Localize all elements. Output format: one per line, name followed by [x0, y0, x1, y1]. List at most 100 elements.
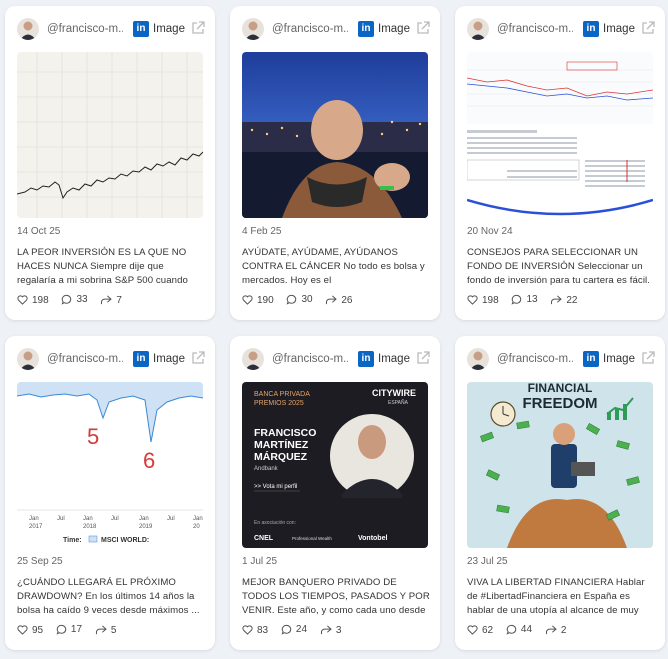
post-header: @francisco-m... in Image [17, 348, 205, 370]
post-type-label: Image [378, 23, 410, 35]
author-handle[interactable]: @francisco-m... [47, 353, 123, 365]
x-tick-label: Jan [139, 516, 149, 522]
author-handle[interactable]: @francisco-m... [47, 23, 123, 35]
share-icon [95, 625, 107, 635]
awardee-name-2: MARTÍNEZ [254, 438, 309, 451]
likes-stat: 62 [467, 625, 493, 636]
shares-stat: 2 [545, 624, 567, 636]
avatar[interactable] [467, 348, 489, 370]
post-stats: 198 33 7 [17, 294, 132, 308]
post-text[interactable]: LA PEOR INVERSIÓN ES LA QUE NO HACES NUN… [17, 246, 205, 288]
shares-stat: 26 [325, 294, 353, 306]
awardee-name-3: MÁRQUEZ [254, 450, 308, 463]
author-handle[interactable]: @francisco-m... [272, 23, 348, 35]
post-image[interactable] [17, 52, 203, 218]
heart-icon [17, 625, 28, 635]
post-type-label: Image [153, 23, 185, 35]
x-tick-label: 20 [193, 524, 200, 530]
external-link-icon[interactable] [416, 351, 430, 365]
post-stats: 83 24 3 [242, 624, 351, 638]
post-image[interactable]: FINANCIAL FREEDOM [467, 382, 653, 548]
shares-count: 3 [335, 624, 342, 636]
post-header: @francisco-m... in Image [467, 348, 655, 370]
post-date: 25 Sep 25 [17, 556, 63, 567]
post-card[interactable]: @francisco-m... in Image 4 Feb 25 AYÚDAT… [230, 6, 440, 320]
shares-count: 26 [341, 294, 353, 306]
post-text[interactable]: MEJOR BANQUERO PRIVADO DE TODOS LOS TIEM… [242, 576, 430, 618]
comments-stat: 30 [286, 294, 313, 305]
linkedin-icon: in [133, 351, 149, 367]
comments-stat: 13 [511, 294, 538, 305]
external-link-icon[interactable] [191, 21, 205, 35]
external-link-icon[interactable] [641, 21, 655, 35]
linkedin-icon: in [358, 351, 374, 367]
comment-icon [506, 624, 517, 635]
post-stats: 190 30 26 [242, 294, 363, 308]
share-icon [326, 295, 338, 305]
award-subtitle: PREMIOS 2025 [254, 400, 304, 407]
author-handle[interactable]: @francisco-m... [497, 23, 573, 35]
post-stats: 198 13 22 [467, 294, 588, 308]
linkedin-icon: in [358, 21, 374, 37]
x-tick-label: 2017 [29, 524, 43, 530]
external-link-icon[interactable] [416, 21, 430, 35]
post-image[interactable]: 5 6 Jan 2017 Jul Jan 2018 Jul Jan 2019 Jul … [17, 382, 203, 548]
post-type-label: Image [378, 353, 410, 365]
post-text[interactable]: CONSEJOS PARA SELECCIONAR UN FONDO DE IN… [467, 246, 655, 288]
post-date: 1 Jul 25 [242, 556, 278, 567]
annotation-5: 5 [87, 424, 99, 449]
vote-link[interactable]: >> Vota mi perfil [254, 484, 297, 490]
legend-series: MSCI WORLD: [101, 537, 149, 544]
avatar[interactable] [467, 18, 489, 40]
post-type-label: Image [603, 23, 635, 35]
linkedin-icon: in [583, 351, 599, 367]
post-date: 20 Nov 24 [467, 226, 513, 237]
comment-icon [56, 624, 67, 635]
author-handle[interactable]: @francisco-m... [272, 353, 348, 365]
brand-name: CITYWIRE [372, 388, 416, 398]
avatar[interactable] [17, 348, 39, 370]
post-card[interactable]: @francisco-m... in Image 5 6 Jan 2017 Jul… [5, 336, 215, 650]
shares-count: 2 [560, 624, 567, 636]
post-stats: 95 17 5 [17, 624, 126, 638]
comments-count: 17 [70, 624, 83, 635]
comments-count: 24 [295, 624, 308, 635]
shares-stat: 3 [320, 624, 342, 636]
shares-count: 22 [566, 294, 578, 306]
post-header: @francisco-m... in Image [17, 18, 205, 40]
likes-count: 62 [482, 624, 494, 636]
author-handle[interactable]: @francisco-m... [497, 353, 573, 365]
comments-count: 33 [76, 294, 88, 305]
avatar[interactable] [242, 348, 264, 370]
post-date: 4 Feb 25 [242, 226, 282, 237]
post-image[interactable] [467, 52, 653, 218]
headline-line-1: FINANCIAL [528, 382, 593, 395]
awardee-name-1: FRANCISCO [254, 427, 316, 439]
external-link-icon[interactable] [641, 351, 655, 365]
partner-logo-2: Professional Wealth [292, 536, 332, 541]
avatar[interactable] [17, 18, 39, 40]
x-tick-label: 2018 [83, 524, 97, 530]
shares-count: 5 [110, 624, 117, 636]
post-image[interactable] [242, 52, 428, 218]
post-card[interactable]: @francisco-m... in Image FINANCIAL FREED… [455, 336, 665, 650]
likes-stat: 198 [17, 295, 49, 306]
x-tick-label: Jan [83, 516, 93, 522]
heart-icon [242, 295, 253, 305]
post-text[interactable]: AYÚDATE, AYÚDAME, AYÚDANOS CONTRA EL CÁN… [242, 246, 430, 288]
post-card[interactable]: @francisco-m... in Image BANCA PRIVADA P… [230, 336, 440, 650]
post-image[interactable]: BANCA PRIVADA PREMIOS 2025 CITYWIRE ESPA… [242, 382, 428, 548]
avatar[interactable] [242, 18, 264, 40]
x-tick-label: Jan [29, 516, 39, 522]
comments-stat: 33 [61, 294, 88, 305]
post-text[interactable]: VIVA LA LIBERTAD FINANCIERA Hablar de #L… [467, 576, 655, 618]
post-card[interactable]: @francisco-m... in Image 20 Nov 24 CONSE… [455, 6, 665, 320]
linkedin-icon: in [583, 21, 599, 37]
post-header: @francisco-m... in Image [467, 18, 655, 40]
external-link-icon[interactable] [191, 351, 205, 365]
post-type-label: Image [603, 353, 635, 365]
post-card[interactable]: @francisco-m... in Image 14 Oct 25 LA PE… [5, 6, 215, 320]
post-text[interactable]: ¿CUÁNDO LLEGARÁ EL PRÓXIMO DRAWDOWN? En … [17, 576, 205, 618]
share-icon [545, 625, 557, 635]
likes-stat: 190 [242, 295, 274, 306]
